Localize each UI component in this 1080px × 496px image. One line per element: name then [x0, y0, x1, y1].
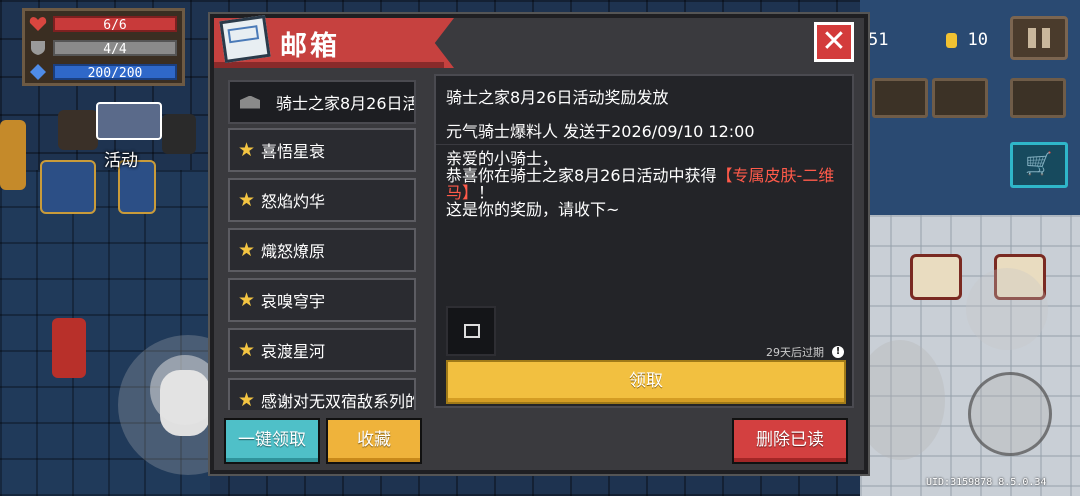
- image-icon: [464, 324, 480, 338]
- npc-avatar-icon: [162, 114, 196, 154]
- mail-list-item[interactable]: ★ 哀渡星河: [228, 328, 416, 372]
- uid-label: UID:3159878 8.5.0.34: [926, 477, 1047, 488]
- mail-message: 恭喜你在骑士之家8月26日活动中获得【专属皮肤-二维马】！: [446, 167, 842, 201]
- expire-info: 29天后过期 !: [766, 344, 844, 360]
- mail-closing: 这是你的奖励，请收下~: [446, 200, 620, 219]
- divider: [436, 144, 852, 145]
- coin-icon: [946, 32, 958, 48]
- claim-button[interactable]: 领取: [446, 360, 846, 404]
- weapon-switch-button[interactable]: [966, 268, 1048, 350]
- mail-detail: 骑士之家8月26日活动奖励发放 元气骑士爆料人 发送于2026/09/10 12…: [434, 74, 854, 408]
- claim-all-button[interactable]: 一键领取: [224, 418, 320, 464]
- player-stats-panel: 6/6 4/4 200/200: [22, 8, 185, 86]
- mail-body: 亲爱的小骑士， 恭喜你在骑士之家8月26日活动中获得【专属皮肤-二维马】！ 这是…: [446, 150, 842, 218]
- star-icon: ★: [238, 239, 256, 261]
- delete-read-button[interactable]: 删除已读: [732, 418, 848, 464]
- mail-item-label: 哀嗅穹宇: [261, 292, 326, 311]
- star-icon: ★: [238, 189, 256, 211]
- wall-certificate-1: [910, 254, 962, 300]
- pause-button[interactable]: [1010, 16, 1068, 60]
- mail-item-label: 骑士之家8月26日活动奖励发放: [276, 94, 414, 113]
- energy-gem-icon: [29, 64, 47, 80]
- profile-card-button[interactable]: [1010, 78, 1066, 118]
- mail-icon: [219, 15, 271, 63]
- mail-list-item[interactable]: ★ 熾怒燎原: [228, 228, 416, 272]
- cart-icon: 🛒: [1025, 152, 1053, 177]
- expire-text: 29天后过期: [766, 346, 824, 359]
- attack-button[interactable]: [855, 340, 945, 460]
- mail-list-item[interactable]: ★ 感谢对无双宿敌系列的支持: [228, 378, 416, 410]
- mail-list-item[interactable]: ★ 哀嗅穹宇: [228, 278, 416, 322]
- star-icon: ★: [238, 339, 256, 361]
- attachment-slot[interactable]: [446, 306, 496, 356]
- shield-icon: [29, 40, 47, 56]
- coin-count: 10: [967, 30, 988, 50]
- star-icon: ★: [238, 139, 256, 161]
- npc-throne-left: [40, 160, 96, 214]
- hp-bar: 6/6: [53, 16, 177, 33]
- close-button[interactable]: ✕: [814, 22, 854, 62]
- stairs-button[interactable]: [932, 78, 988, 118]
- mailbox-title: 邮箱: [280, 31, 340, 62]
- mail-sender: 元气骑士爆料人 发送于2026/09/10 12:00: [446, 122, 755, 141]
- mail-title: 骑士之家8月26日活动奖励发放: [446, 88, 669, 107]
- armor-bar: 4/4: [53, 40, 177, 57]
- skill-button[interactable]: [968, 372, 1052, 456]
- gift-box-icon: [96, 102, 162, 140]
- mail-list-item[interactable]: 骑士之家8月26日活动奖励发放: [228, 80, 416, 124]
- npc-statue: [0, 120, 26, 190]
- mail-item-label: 哀渡星河: [261, 342, 326, 361]
- mail-item-label: 怒焰灼华: [261, 192, 326, 211]
- star-icon: ★: [238, 289, 256, 311]
- mail-item-label: 喜悟星衰: [261, 142, 326, 161]
- star-icon: ★: [238, 389, 256, 410]
- heart-icon: [29, 16, 47, 32]
- mail-greeting: 亲爱的小骑士，: [446, 149, 559, 168]
- mail-item-label: 感谢对无双宿敌系列的支持: [261, 392, 414, 410]
- emote-button[interactable]: [872, 78, 928, 118]
- currency-bar: 51 10: [868, 22, 988, 58]
- mail-list[interactable]: 骑士之家8月26日活动奖励发放 ★ 喜悟星衰 ★ 怒焰灼华 ★ 熾怒燎原 ★ 哀…: [224, 74, 420, 410]
- info-icon[interactable]: !: [832, 346, 844, 358]
- activity-label: 活动: [104, 151, 138, 171]
- envelope-icon: [240, 95, 260, 109]
- mail-list-item[interactable]: ★ 怒焰灼华: [228, 178, 416, 222]
- mail-list-item[interactable]: ★ 喜悟星衰: [228, 128, 416, 172]
- knight-avatar-icon: [58, 110, 98, 150]
- gem-count: 51: [868, 30, 889, 50]
- favorite-button[interactable]: 收藏: [326, 418, 422, 464]
- mail-item-label: 熾怒燎原: [261, 242, 326, 261]
- player-character: [52, 318, 86, 378]
- shop-cart-button[interactable]: 🛒: [1010, 142, 1068, 188]
- energy-bar: 200/200: [53, 64, 177, 81]
